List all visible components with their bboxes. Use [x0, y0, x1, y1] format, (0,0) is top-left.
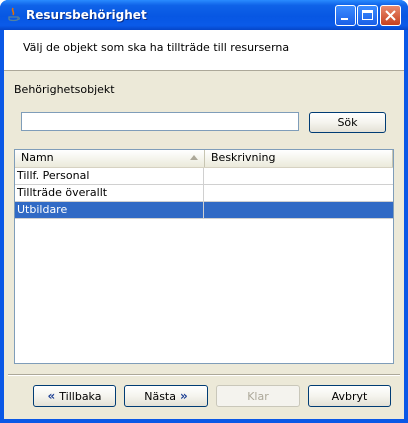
footer-divider — [8, 374, 400, 376]
table-header: Namn Beskrivning — [15, 150, 393, 168]
sort-ascending-icon — [190, 155, 198, 160]
cell-name: Tillträde överallt — [15, 185, 204, 201]
cell-description — [204, 168, 393, 184]
window-title: Resursbehörighet — [26, 8, 147, 22]
close-button[interactable] — [380, 5, 401, 26]
back-button-label: Tillbaka — [59, 389, 102, 403]
double-chevron-left-icon: « — [47, 389, 56, 403]
dialog-body: Välj de objekt som ska ha tillträde till… — [4, 30, 404, 419]
maximize-icon — [362, 10, 373, 20]
table-row-selected[interactable]: Utbildare — [15, 202, 393, 219]
column-header-description[interactable]: Beskrivning — [205, 150, 393, 167]
column-header-name-label: Namn — [21, 151, 54, 164]
section-label: Behörighetsobjekt — [14, 83, 115, 96]
minimize-button[interactable] — [335, 5, 356, 26]
cell-description — [204, 185, 393, 201]
cell-description — [204, 202, 393, 218]
cell-name: Utbildare — [15, 202, 204, 218]
title-bar[interactable]: Resursbehörighet — [0, 0, 408, 30]
finish-button[interactable]: Klar — [216, 385, 300, 407]
back-button[interactable]: « Tillbaka — [33, 385, 116, 407]
dialog-window: Resursbehörighet Välj de objekt som ska … — [0, 0, 408, 423]
finish-button-label: Klar — [247, 389, 269, 403]
cell-name: Tillf. Personal — [15, 168, 204, 184]
column-header-name[interactable]: Namn — [15, 150, 205, 167]
cancel-button-label: Avbryt — [331, 389, 368, 403]
cancel-button[interactable]: Avbryt — [308, 385, 391, 407]
close-icon — [385, 10, 396, 21]
next-button-label: Nästa — [144, 389, 176, 403]
next-button[interactable]: Nästa » — [124, 385, 208, 407]
search-button[interactable]: Sök — [309, 112, 386, 133]
header-panel: Välj de objekt som ska ha tillträde till… — [4, 30, 404, 71]
minimize-icon — [341, 18, 348, 20]
java-app-icon — [8, 7, 20, 22]
table-row[interactable]: Tillträde överallt — [15, 185, 393, 202]
instruction-text: Välj de objekt som ska ha tillträde till… — [23, 41, 290, 54]
table-row[interactable]: Tillf. Personal — [15, 168, 393, 185]
search-input[interactable] — [21, 112, 299, 131]
maximize-button[interactable] — [357, 5, 378, 26]
column-header-description-label: Beskrivning — [211, 151, 276, 164]
objects-table: Namn Beskrivning Tillf. Personal Tillträ… — [14, 149, 394, 364]
double-chevron-right-icon: » — [180, 389, 188, 403]
